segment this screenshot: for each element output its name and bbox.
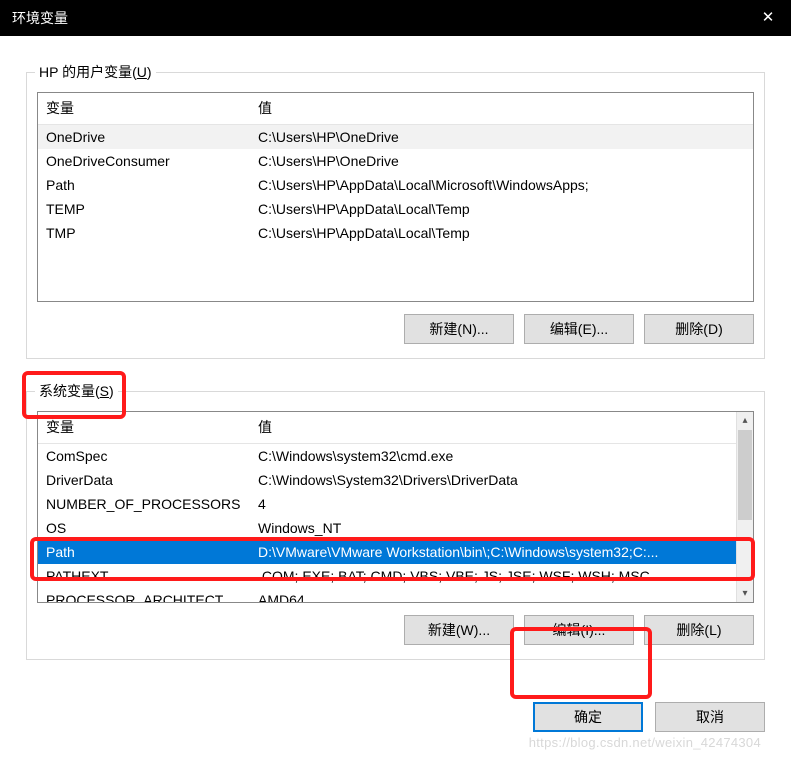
scrollbar[interactable]: ▴ ▾ xyxy=(736,412,753,602)
user-delete-button[interactable]: 删除(D) xyxy=(644,314,754,344)
table-row[interactable]: TMPC:\Users\HP\AppData\Local\Temp xyxy=(38,221,753,245)
title-bar: 环境变量 ✕ xyxy=(0,0,791,36)
cell-value: D:\VMware\VMware Workstation\bin\;C:\Win… xyxy=(250,540,753,564)
table-row[interactable]: DriverDataC:\Windows\System32\Drivers\Dr… xyxy=(38,468,753,492)
table-row[interactable]: ComSpecC:\Windows\system32\cmd.exe xyxy=(38,444,753,468)
col-header-value: 值 xyxy=(250,93,753,124)
scrollbar-thumb[interactable] xyxy=(738,430,752,520)
scroll-down-arrow-icon[interactable]: ▾ xyxy=(737,585,753,602)
cell-value: 4 xyxy=(250,492,753,516)
cell-variable: OneDrive xyxy=(38,125,250,149)
system-list-header: 变量 值 xyxy=(38,412,753,444)
cell-value: C:\Windows\system32\cmd.exe xyxy=(250,444,753,468)
system-vars-list[interactable]: 变量 值 ComSpecC:\Windows\system32\cmd.exeD… xyxy=(37,411,754,603)
watermark: https://blog.csdn.net/weixin_42474304 xyxy=(529,735,761,750)
table-row[interactable]: PathD:\VMware\VMware Workstation\bin\;C:… xyxy=(38,540,753,564)
system-vars-group: 系统变量(S) 变量 值 ComSpecC:\Windows\system32\… xyxy=(26,381,765,660)
table-row[interactable]: OSWindows_NT xyxy=(38,516,753,540)
cell-value: AMD64 xyxy=(250,588,753,603)
cell-variable: OS xyxy=(38,516,250,540)
table-row[interactable]: PathC:\Users\HP\AppData\Local\Microsoft\… xyxy=(38,173,753,197)
window-title: 环境变量 xyxy=(12,0,68,36)
scroll-up-arrow-icon[interactable]: ▴ xyxy=(737,412,753,429)
cell-value: C:\Users\HP\AppData\Local\Temp xyxy=(250,221,753,245)
cell-value: C:\Windows\System32\Drivers\DriverData xyxy=(250,468,753,492)
user-edit-button[interactable]: 编辑(E)... xyxy=(524,314,634,344)
cell-variable: Path xyxy=(38,540,250,564)
col-header-variable: 变量 xyxy=(38,412,250,443)
system-delete-button[interactable]: 删除(L) xyxy=(644,615,754,645)
user-vars-list[interactable]: 变量 值 OneDriveC:\Users\HP\OneDriveOneDriv… xyxy=(37,92,754,302)
user-vars-legend: HP 的用户变量(U) xyxy=(35,62,156,82)
system-edit-button[interactable]: 编辑(I)... xyxy=(524,615,634,645)
cancel-button[interactable]: 取消 xyxy=(655,702,765,732)
table-row[interactable]: TEMPC:\Users\HP\AppData\Local\Temp xyxy=(38,197,753,221)
cell-variable: TMP xyxy=(38,221,250,245)
cell-value: Windows_NT xyxy=(250,516,753,540)
table-row[interactable]: OneDriveC:\Users\HP\OneDrive xyxy=(38,125,753,149)
close-button[interactable]: ✕ xyxy=(745,0,791,36)
cell-value: C:\Users\HP\AppData\Local\Microsoft\Wind… xyxy=(250,173,753,197)
col-header-value: 值 xyxy=(250,412,753,443)
cell-variable: OneDriveConsumer xyxy=(38,149,250,173)
cell-variable: ComSpec xyxy=(38,444,250,468)
col-header-variable: 变量 xyxy=(38,93,250,124)
user-new-button[interactable]: 新建(N)... xyxy=(404,314,514,344)
table-row[interactable]: OneDriveConsumerC:\Users\HP\OneDrive xyxy=(38,149,753,173)
close-icon: ✕ xyxy=(762,9,775,26)
cell-variable: Path xyxy=(38,173,250,197)
cell-variable: NUMBER_OF_PROCESSORS xyxy=(38,492,250,516)
table-row[interactable]: PATHEXT.COM;.EXE;.BAT;.CMD;.VBS;.VBE;.JS… xyxy=(38,564,753,588)
system-new-button[interactable]: 新建(W)... xyxy=(404,615,514,645)
cell-value: C:\Users\HP\OneDrive xyxy=(250,125,753,149)
cell-value: C:\Users\HP\AppData\Local\Temp xyxy=(250,197,753,221)
system-vars-legend: 系统变量(S) xyxy=(35,381,118,401)
cell-variable: PROCESSOR_ARCHITECTURE xyxy=(38,588,250,603)
user-list-header: 变量 值 xyxy=(38,93,753,125)
cell-value: .COM;.EXE;.BAT;.CMD;.VBS;.VBE;.JS;.JSE;.… xyxy=(250,564,753,588)
cell-variable: TEMP xyxy=(38,197,250,221)
ok-button[interactable]: 确定 xyxy=(533,702,643,732)
table-row[interactable]: PROCESSOR_ARCHITECTUREAMD64 xyxy=(38,588,753,603)
cell-variable: PATHEXT xyxy=(38,564,250,588)
cell-value: C:\Users\HP\OneDrive xyxy=(250,149,753,173)
table-row[interactable]: NUMBER_OF_PROCESSORS4 xyxy=(38,492,753,516)
user-vars-group: HP 的用户变量(U) 变量 值 OneDriveC:\Users\HP\One… xyxy=(26,62,765,359)
cell-variable: DriverData xyxy=(38,468,250,492)
